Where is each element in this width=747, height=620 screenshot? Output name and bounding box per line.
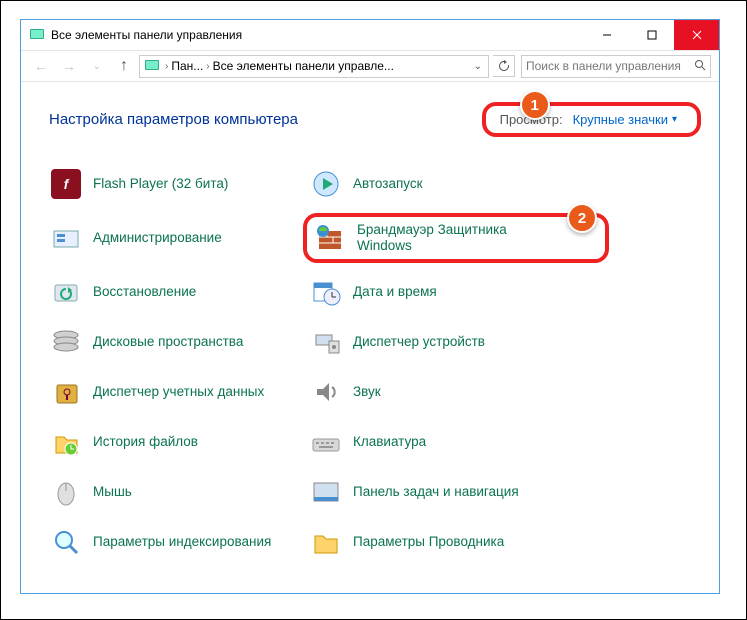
item-credential-manager[interactable]: Диспетчер учетных данных: [49, 375, 299, 409]
callout-badge-1: 1: [520, 90, 550, 120]
item-label: Мышь: [93, 484, 132, 500]
item-label: Клавиатура: [353, 434, 426, 450]
item-label: Flash Player (32 бита): [93, 176, 228, 192]
item-label: Параметры индексирования: [93, 534, 271, 550]
flash-icon: f: [49, 167, 83, 201]
up-button[interactable]: ↑: [113, 55, 135, 77]
item-label: Восстановление: [93, 284, 196, 300]
item-storage-spaces[interactable]: Дисковые пространства: [49, 325, 299, 359]
address-bar: ← → ⌄ ↑ › Пан... › Все элементы панели у…: [21, 50, 719, 82]
item-label: Диспетчер учетных данных: [93, 384, 264, 400]
view-selector-callout: 1 Просмотр: Крупные значки ▾: [482, 102, 701, 137]
item-flash-player[interactable]: f Flash Player (32 бита): [49, 167, 299, 201]
filehistory-icon: [49, 425, 83, 459]
datetime-icon: [309, 275, 343, 309]
item-file-history[interactable]: История файлов: [49, 425, 299, 459]
item-label: Диспетчер устройств: [353, 334, 485, 350]
item-label: Звук: [353, 384, 381, 400]
search-input[interactable]: Поиск в панели управления: [521, 55, 711, 78]
item-keyboard[interactable]: Клавиатура: [309, 425, 559, 459]
breadcrumb-dropdown[interactable]: ⌄: [470, 61, 486, 72]
chevron-right-icon: ›: [162, 61, 171, 72]
item-firewall[interactable]: Брандмауэр Защитника Windows: [313, 221, 555, 255]
callout-badge-2: 2: [567, 203, 597, 233]
item-datetime[interactable]: Дата и время: [309, 275, 559, 309]
chevron-right-icon: ›: [203, 61, 212, 72]
keyboard-icon: [309, 425, 343, 459]
refresh-button[interactable]: [493, 55, 515, 77]
search-icon: [694, 59, 706, 74]
firewall-callout: 2 Брандмауэр Защитника Windows: [303, 213, 609, 263]
forward-button[interactable]: →: [57, 54, 81, 78]
search-placeholder: Поиск в панели управления: [526, 59, 681, 73]
item-label: Брандмауэр Защитника Windows: [357, 222, 555, 254]
control-panel-window: Все элементы панели управления ← → ⌄ ↑ ›…: [20, 19, 720, 594]
page-title: Настройка параметров компьютера: [49, 111, 298, 128]
devices-icon: [309, 325, 343, 359]
indexing-icon: [49, 525, 83, 559]
taskbar-icon: [309, 475, 343, 509]
view-value[interactable]: Крупные значки: [573, 112, 668, 127]
control-panel-icon: [29, 27, 45, 43]
explorer-icon: [309, 525, 343, 559]
item-label: Дата и время: [353, 284, 437, 300]
admin-icon: [49, 221, 83, 255]
item-label: Параметры Проводника: [353, 534, 504, 550]
breadcrumb-bar[interactable]: › Пан... › Все элементы панели управле..…: [139, 55, 489, 78]
screenshot-frame: Все элементы панели управления ← → ⌄ ↑ ›…: [0, 0, 747, 620]
credentials-icon: [49, 375, 83, 409]
firewall-icon: [313, 221, 347, 255]
item-indexing-options[interactable]: Параметры индексирования: [49, 525, 299, 559]
caret-down-icon: ▾: [672, 114, 677, 125]
items-grid: f Flash Player (32 бита) Автозапуск Адми…: [49, 167, 701, 559]
mouse-icon: [49, 475, 83, 509]
recovery-icon: [49, 275, 83, 309]
window-controls: [584, 20, 719, 50]
item-label: Дисковые пространства: [93, 334, 243, 350]
recent-dropdown[interactable]: ⌄: [85, 54, 109, 78]
titlebar: Все элементы панели управления: [21, 20, 719, 50]
autorun-icon: [309, 167, 343, 201]
item-label: Администрирование: [93, 230, 222, 246]
window-title: Все элементы панели управления: [51, 28, 242, 42]
item-label: Панель задач и навигация: [353, 484, 519, 500]
item-label: История файлов: [93, 434, 198, 450]
minimize-button[interactable]: [584, 20, 629, 50]
control-panel-icon: [144, 58, 160, 74]
item-recovery[interactable]: Восстановление: [49, 275, 299, 309]
content-area: Настройка параметров компьютера 1 Просмо…: [21, 82, 719, 593]
breadcrumb-item[interactable]: Пан...: [171, 59, 203, 73]
item-mouse[interactable]: Мышь: [49, 475, 299, 509]
back-button[interactable]: ←: [29, 54, 53, 78]
maximize-button[interactable]: [629, 20, 674, 50]
item-device-manager[interactable]: Диспетчер устройств: [309, 325, 559, 359]
item-admin-tools[interactable]: Администрирование: [49, 217, 299, 259]
disks-icon: [49, 325, 83, 359]
item-explorer-options[interactable]: Параметры Проводника: [309, 525, 559, 559]
item-autorun[interactable]: Автозапуск: [309, 167, 559, 201]
sound-icon: [309, 375, 343, 409]
item-taskbar[interactable]: Панель задач и навигация: [309, 475, 559, 509]
breadcrumb-item[interactable]: Все элементы панели управле...: [213, 59, 394, 73]
header-row: Настройка параметров компьютера 1 Просмо…: [49, 102, 701, 137]
close-button[interactable]: [674, 20, 719, 50]
item-sound[interactable]: Звук: [309, 375, 559, 409]
item-label: Автозапуск: [353, 176, 423, 192]
